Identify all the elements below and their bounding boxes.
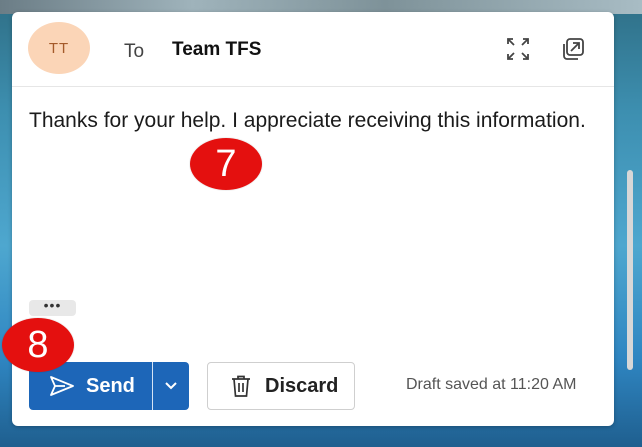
avatar-initials: TT <box>48 39 70 57</box>
annotation-marker-8: 8 <box>2 318 74 372</box>
draft-status: Draft saved at 11:20 AM <box>406 376 577 393</box>
more-options-button[interactable]: ••• <box>29 298 76 316</box>
compose-pane: TT To Team TFS Thanks for your help. I a… <box>12 12 614 426</box>
annotation-number: 8 <box>27 323 49 366</box>
trash-icon <box>232 375 250 397</box>
recipient-name[interactable]: Team TFS <box>172 39 261 61</box>
send-icon <box>50 376 74 396</box>
to-label: To <box>124 41 145 62</box>
send-options-dropdown[interactable] <box>153 362 189 410</box>
discard-label: Discard <box>265 375 339 397</box>
discard-button[interactable]: Discard <box>207 362 355 410</box>
annotation-number: 7 <box>215 142 237 185</box>
scrollbar[interactable] <box>627 170 633 370</box>
avatar: TT <box>28 22 90 74</box>
send-label: Send <box>86 375 135 397</box>
popout-icon[interactable] <box>560 36 586 62</box>
expand-icon[interactable] <box>505 36 531 62</box>
chevron-down-icon <box>165 382 177 390</box>
compose-header: TT To Team TFS <box>12 12 614 87</box>
annotation-marker-7: 7 <box>190 138 262 190</box>
message-body[interactable]: Thanks for your help. I appreciate recei… <box>29 106 589 136</box>
